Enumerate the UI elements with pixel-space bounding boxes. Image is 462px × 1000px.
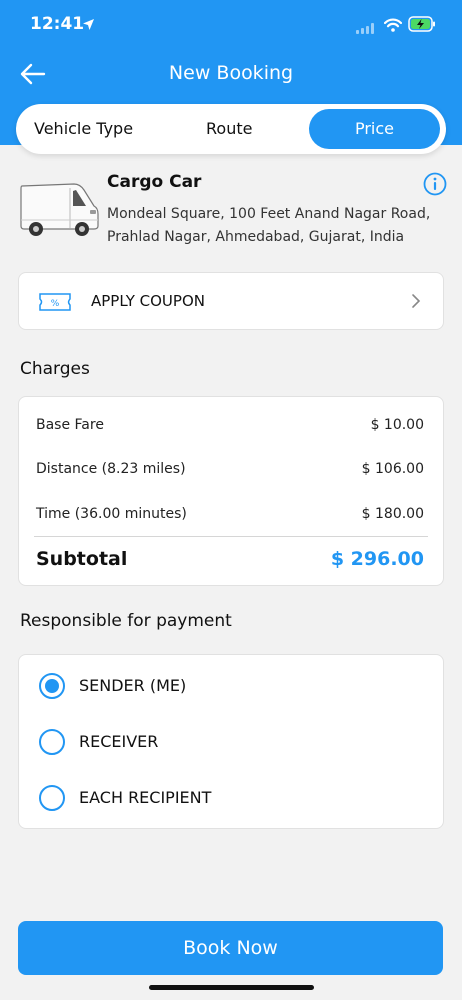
vehicle-name: Cargo Car bbox=[107, 172, 202, 192]
home-indicator bbox=[149, 985, 314, 990]
page-title: New Booking bbox=[168, 62, 294, 84]
booking-steps-tabs: Vehicle Type Route Price bbox=[16, 104, 446, 154]
charges-card: Base Fare $ 10.00 Distance (8.23 miles) … bbox=[18, 396, 444, 586]
radio-selected[interactable] bbox=[39, 673, 65, 699]
charge-value: $ 106.00 bbox=[361, 461, 424, 477]
subtotal-label: Subtotal bbox=[36, 548, 128, 570]
cargo-van-icon bbox=[18, 180, 100, 242]
radio-unselected[interactable] bbox=[39, 785, 65, 811]
wifi-icon bbox=[383, 17, 403, 36]
subtotal-value: $ 296.00 bbox=[330, 548, 424, 570]
nav-bar: New Booking bbox=[0, 50, 462, 100]
divider bbox=[34, 536, 428, 537]
charge-value: $ 180.00 bbox=[361, 506, 424, 522]
tab-price[interactable]: Price bbox=[309, 109, 440, 149]
status-time: 12:41 bbox=[30, 14, 85, 34]
charge-label: Time (36.00 minutes) bbox=[36, 506, 187, 522]
charge-label: Base Fare bbox=[36, 417, 104, 433]
radio-unselected[interactable] bbox=[39, 729, 65, 755]
location-arrow-icon bbox=[82, 16, 95, 35]
vehicle-address: Mondeal Square, 100 Feet Anand Nagar Roa… bbox=[107, 206, 431, 245]
payment-heading: Responsible for payment bbox=[20, 611, 232, 631]
charge-value: $ 10.00 bbox=[370, 417, 424, 433]
chevron-right-icon bbox=[411, 293, 421, 313]
coupon-label: APPLY COUPON bbox=[91, 292, 205, 310]
payment-option-label: RECEIVER bbox=[79, 732, 159, 751]
charge-label: Distance (8.23 miles) bbox=[36, 461, 186, 477]
charges-heading: Charges bbox=[20, 359, 90, 379]
svg-text:%: % bbox=[51, 299, 60, 309]
payment-option-label: SENDER (ME) bbox=[79, 676, 187, 695]
tab-vehicle-type[interactable]: Vehicle Type bbox=[34, 104, 133, 154]
info-icon[interactable] bbox=[423, 172, 447, 200]
payment-option-label: EACH RECIPIENT bbox=[79, 788, 212, 807]
cellular-signal-icon bbox=[356, 19, 374, 38]
vehicle-summary: Cargo Car Mondeal Square, 100 Feet Anand… bbox=[18, 170, 448, 250]
payment-options-card: SENDER (ME) RECEIVER EACH RECIPIENT bbox=[18, 654, 444, 829]
apply-coupon-button[interactable]: % APPLY COUPON bbox=[18, 272, 444, 330]
coupon-ticket-icon: % bbox=[39, 293, 71, 315]
status-bar: 12:41 bbox=[0, 0, 462, 50]
battery-charging-icon bbox=[408, 16, 436, 36]
book-now-button[interactable]: Book Now bbox=[18, 921, 443, 975]
tab-route[interactable]: Route bbox=[206, 104, 252, 154]
